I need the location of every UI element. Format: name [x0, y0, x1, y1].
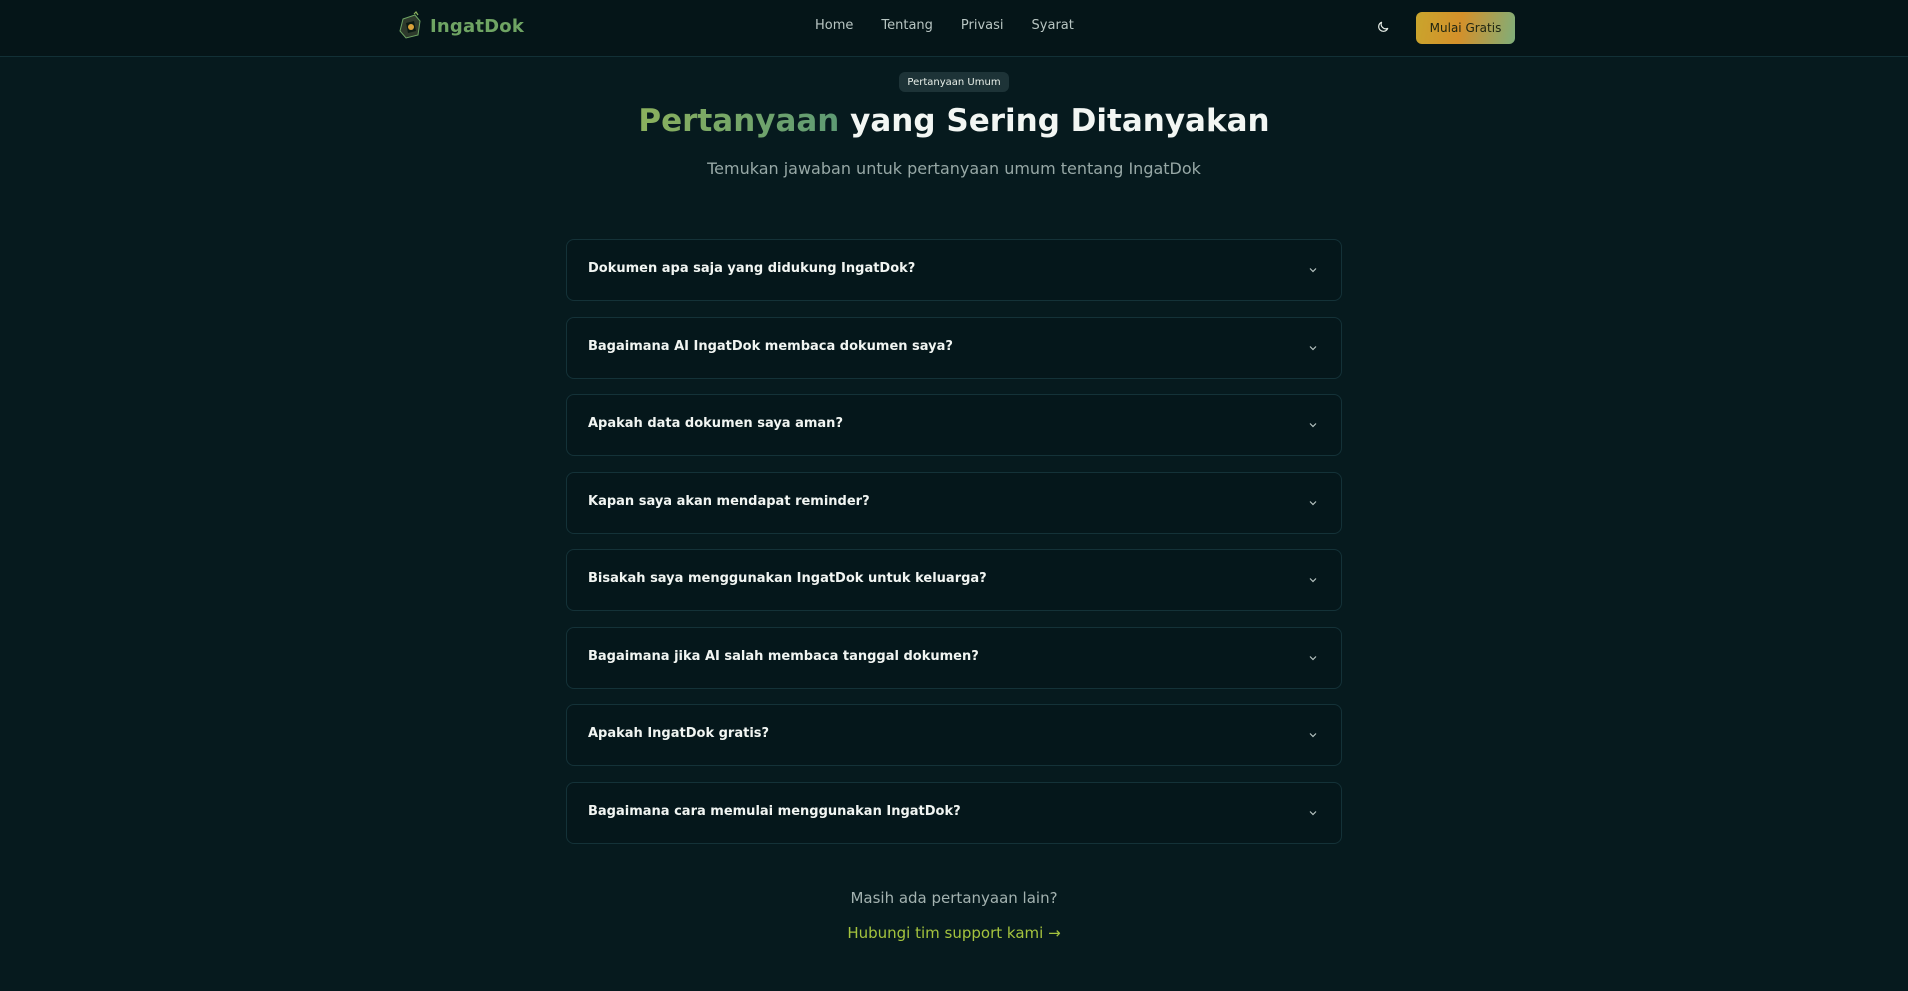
- nav-item-syarat[interactable]: Syarat: [1032, 18, 1074, 33]
- chevron-down-icon: [1309, 423, 1317, 428]
- faq-item[interactable]: Bisakah saya menggunakan IngatDok untuk …: [566, 549, 1342, 611]
- faq-question: Bagaimana cara memulai menggunakan Ingat…: [588, 803, 961, 819]
- page-title-accent: Pertanyaan: [638, 103, 840, 139]
- faq-item[interactable]: Bagaimana jika AI salah membaca tanggal …: [566, 626, 1342, 689]
- faq-question: Apakah IngatDok gratis?: [588, 726, 770, 741]
- nav-item-privasi[interactable]: Privasi: [961, 18, 1004, 33]
- faq-item[interactable]: Dokumen apa saja yang didukung IngatDok?: [566, 239, 1342, 301]
- faq-item[interactable]: Kapan saya akan mendapat reminder?: [566, 471, 1342, 534]
- more-questions-text: Masih ada pertanyaan lain?: [850, 889, 1058, 907]
- start-free-button[interactable]: Mulai Gratis: [1416, 12, 1515, 44]
- chevron-down-icon: [1309, 655, 1317, 660]
- contact-support-link[interactable]: Hubungi tim support kami →: [0, 924, 1908, 942]
- nav-item-tentang[interactable]: Tentang: [881, 18, 933, 33]
- faq-question: Bagaimana AI IngatDok membaca dokumen sa…: [588, 338, 953, 354]
- chevron-down-icon: [1309, 268, 1317, 273]
- chevron-down-icon: [1309, 500, 1317, 505]
- chevron-down-icon: [1309, 733, 1317, 738]
- faq-item[interactable]: Bagaimana AI IngatDok membaca dokumen sa…: [566, 316, 1342, 379]
- brand-logo[interactable]: IngatDok: [396, 11, 524, 41]
- faq-list: Dokumen apa saja yang didukung IngatDok?…: [566, 239, 1342, 844]
- logo-icon: [399, 11, 421, 39]
- faq-question: Bisakah saya menggunakan IngatDok untuk …: [588, 571, 987, 586]
- chevron-down-icon: [1309, 578, 1317, 583]
- moon-icon: [1378, 21, 1389, 32]
- faq-item[interactable]: Bagaimana cara memulai menggunakan Ingat…: [566, 781, 1342, 844]
- chevron-down-icon: [1309, 345, 1317, 350]
- site-header: IngatDok Home Tentang Privasi Syarat Mul…: [0, 0, 1908, 57]
- faq-question: Kapan saya akan mendapat reminder?: [588, 493, 870, 509]
- main-nav: Home Tentang Privasi Syarat: [815, 18, 1074, 33]
- faq-item[interactable]: Apakah IngatDok gratis?: [566, 704, 1342, 766]
- faq-question: Dokumen apa saja yang didukung IngatDok?: [588, 261, 916, 276]
- faq-question: Apakah data dokumen saya aman?: [588, 416, 843, 431]
- faq-question: Bagaimana jika AI salah membaca tanggal …: [588, 648, 979, 664]
- page-title: Pertanyaan yang Sering Ditanyakan: [0, 103, 1908, 139]
- chevron-down-icon: [1309, 810, 1317, 815]
- nav-item-home[interactable]: Home: [815, 18, 853, 33]
- section-badge: Pertanyaan Umum: [899, 72, 1009, 92]
- faq-item[interactable]: Apakah data dokumen saya aman?: [566, 394, 1342, 456]
- brand-name: IngatDok: [430, 15, 525, 37]
- theme-toggle-button[interactable]: [1372, 16, 1394, 38]
- page-subtitle: Temukan jawaban untuk pertanyaan umum te…: [707, 159, 1201, 178]
- page-title-rest: yang Sering Ditanyakan: [839, 103, 1270, 139]
